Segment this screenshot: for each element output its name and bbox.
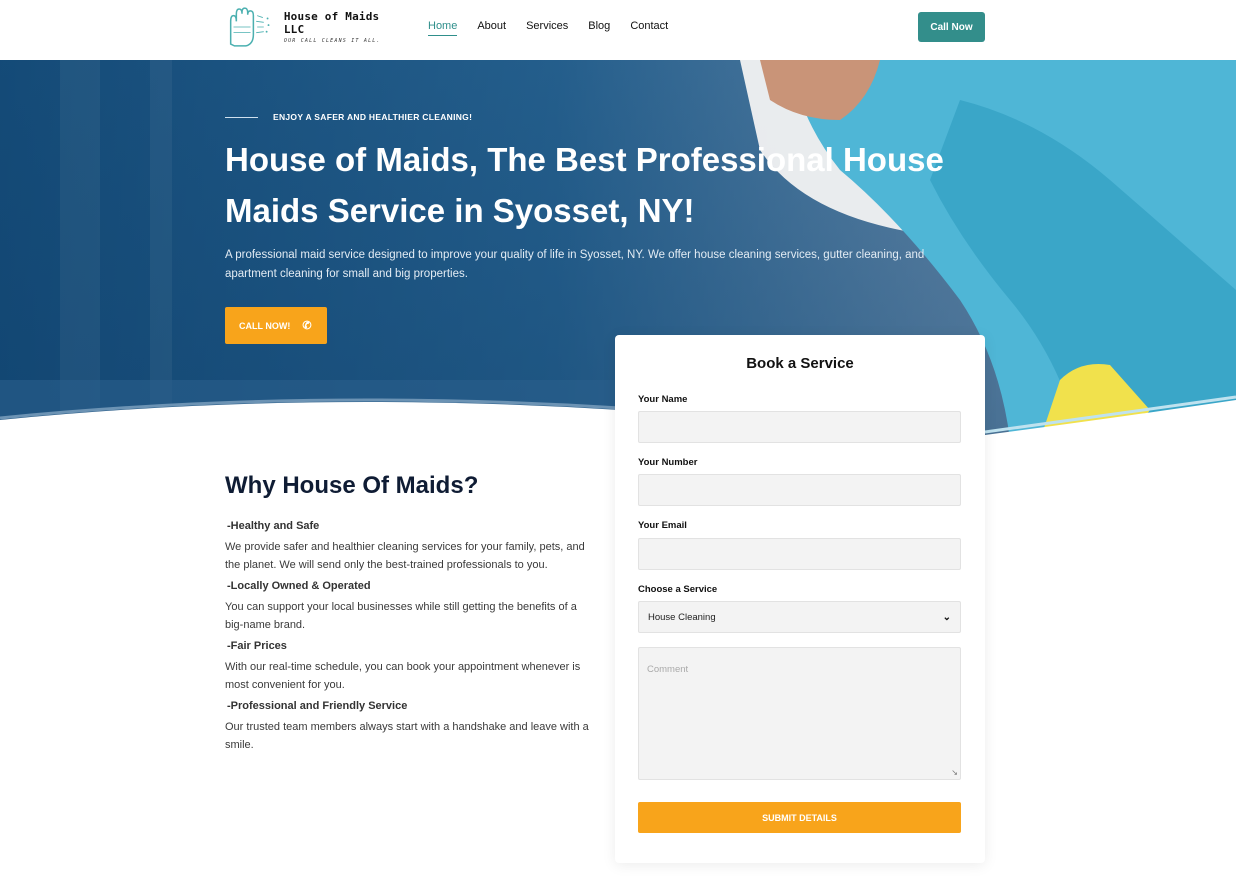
nav-services[interactable]: Services [526, 19, 568, 37]
why-item-body: We provide safer and healthier cleaning … [225, 541, 585, 571]
chevron-down-icon: ⌄ [942, 611, 951, 623]
main-nav: Home About Services Blog Contact [428, 19, 688, 37]
comment-placeholder: Comment [647, 664, 689, 675]
nav-about[interactable]: About [477, 19, 506, 37]
name-label: Your Name [638, 394, 688, 405]
why-item-heading: -Healthy and Safe [227, 520, 320, 532]
hero-title-line1: House of Maids, The Best Professional Ho… [225, 141, 944, 178]
why-item-body: You can support your local businesses wh… [225, 601, 577, 631]
resize-handle-icon[interactable]: ↘ [951, 768, 958, 777]
hero-cta-label: CALL NOW! [239, 320, 291, 331]
email-input[interactable] [638, 538, 961, 570]
why-item-body: With our real-time schedule, you can boo… [225, 661, 581, 691]
submit-details-button[interactable]: SUBMIT DETAILS [638, 802, 961, 833]
why-item-heading: -Fair Prices [227, 640, 287, 652]
logo[interactable]: House of Maids LLC OUR CALL CLEANS IT AL… [225, 5, 400, 49]
logo-tagline: OUR CALL CLEANS IT ALL. [283, 38, 381, 44]
booking-form-card: Book a Service Your Name Your Number You… [615, 335, 985, 863]
nav-contact[interactable]: Contact [630, 19, 668, 37]
why-title: Why House Of Maids? [225, 472, 479, 499]
service-selected-value: House Cleaning [648, 611, 716, 623]
hero-call-now-button[interactable]: CALL NOW! ✆ [225, 307, 327, 344]
site-header: House of Maids LLC OUR CALL CLEANS IT AL… [0, 0, 1236, 60]
hand-logo-icon [229, 7, 270, 47]
number-input[interactable] [638, 474, 961, 506]
service-select[interactable]: House Cleaning ⌄ [638, 601, 961, 633]
eyebrow-text: ENJOY A SAFER AND HEALTHIER CLEANING! [273, 112, 473, 122]
phone-icon: ✆ [302, 320, 312, 332]
hero-description: A professional maid service designed to … [225, 249, 925, 280]
email-label: Your Email [638, 520, 687, 531]
comment-textarea[interactable]: Comment ↘ [638, 647, 961, 780]
logo-title: House of Maids LLC [283, 10, 380, 36]
name-input[interactable] [638, 411, 961, 443]
why-list: -Healthy and Safe We provide safer and h… [225, 519, 597, 759]
form-title: Book a Service [746, 355, 854, 372]
why-item-heading: -Locally Owned & Operated [227, 580, 371, 592]
nav-blog[interactable]: Blog [588, 19, 610, 37]
service-label: Choose a Service [638, 584, 718, 595]
hero-eyebrow: ENJOY A SAFER AND HEALTHIER CLEANING! [225, 112, 472, 122]
call-now-button[interactable]: Call Now [918, 12, 985, 42]
why-item-body: Our trusted team members always start wi… [225, 721, 589, 751]
hero-title-line2: Maids Service in Syosset, NY! [225, 192, 695, 229]
hero-title: House of Maids, The Best Professional Ho… [225, 134, 985, 236]
eyebrow-divider [225, 116, 258, 118]
why-item-heading: -Professional and Friendly Service [227, 700, 408, 712]
number-label: Your Number [638, 457, 698, 468]
nav-home[interactable]: Home [428, 19, 458, 36]
